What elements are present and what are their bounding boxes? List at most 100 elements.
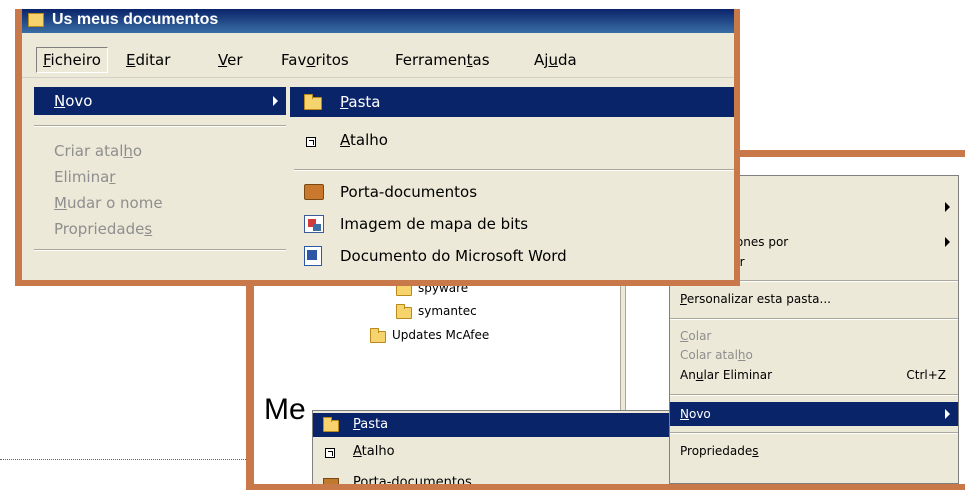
access-key: P <box>680 292 687 306</box>
menu-item-label: Pasta <box>340 93 380 111</box>
label-rest: ersonalizar esta pasta... <box>686 292 831 306</box>
access-key: M <box>54 194 67 212</box>
new-submenu-item-pasta[interactable]: Pasta <box>290 87 734 117</box>
file-menu-item-novo[interactable]: Novo <box>34 87 286 115</box>
background-partial-text: Me <box>264 393 306 426</box>
menu-separator <box>294 169 734 171</box>
menu-item-label: Imagem de mapa de bits <box>340 215 529 233</box>
upper-screenshot-content: Us meus documentos Ficheiro Editar Ver F… <box>22 9 734 280</box>
context-item-novo[interactable]: Novo <box>670 402 958 426</box>
folder-icon <box>396 304 412 319</box>
access-key: A <box>353 444 362 459</box>
label-rest: ditar <box>135 51 171 69</box>
access-key: r <box>109 168 116 186</box>
label-pre: Propriedade <box>54 220 145 238</box>
label-pre: An <box>680 368 696 382</box>
new-submenu-item-documento-word[interactable]: Documento do Microsoft Word <box>290 241 734 271</box>
menubar-item-favoritos[interactable]: Favoritos <box>281 51 349 69</box>
label-rest: o <box>132 142 143 160</box>
menu-item-label: Porta-documentos <box>340 183 478 201</box>
menubar-item-ajuda[interactable]: Ajuda <box>534 51 577 69</box>
new-submenu-item-imagem-bitmap[interactable]: Imagem de mapa de bits <box>290 209 734 239</box>
access-key: s <box>752 444 759 458</box>
small-menu-item-porta-documentos[interactable]: Porta-documentos <box>313 471 673 484</box>
menu-item-label: Colar <box>680 329 711 343</box>
access-key: o <box>306 51 316 69</box>
access-key: N <box>54 92 66 110</box>
label-pre: Fav <box>281 51 307 69</box>
label-pre: Elimina <box>54 168 110 186</box>
file-menu-item-eliminar[interactable]: Eliminar <box>34 163 286 189</box>
menu-item-label: Propriedades <box>680 444 759 458</box>
label-rest: da <box>557 51 577 69</box>
label-rest: ovo <box>688 407 711 421</box>
label-rest: as <box>472 51 490 69</box>
menu-item-label: Atalho <box>353 444 395 459</box>
context-item-colar-atalho[interactable]: Colar atalho <box>670 345 958 365</box>
menubar-item-ferramentas[interactable]: Ferramentas <box>395 51 490 69</box>
menubar-item-editar[interactable]: Editar <box>126 51 170 69</box>
tree-item-label: Updates McAfee <box>392 328 490 342</box>
menu-separator <box>34 125 286 127</box>
label-rest: lar Eliminar <box>703 368 773 382</box>
file-menu-item-criar-atalho[interactable]: Criar atalho <box>34 137 286 163</box>
window-title-bar[interactable]: Us meus documentos <box>22 9 734 33</box>
menu-item-label: Documento do Microsoft Word <box>340 247 567 265</box>
new-submenu-item-porta-documentos[interactable]: Porta-documentos <box>290 177 734 207</box>
label-pre: Criar atal <box>54 142 124 160</box>
briefcase-icon <box>304 184 324 200</box>
folder-icon <box>370 328 386 343</box>
context-item-colar[interactable]: Colar <box>670 326 958 346</box>
new-submenu-item-atalho[interactable]: Atalho <box>290 125 734 155</box>
access-key: F <box>43 51 51 69</box>
folder-icon <box>304 94 322 110</box>
context-item-anular-eliminar[interactable]: Anular Eliminar Ctrl+Z <box>670 364 958 386</box>
menubar-item-ver[interactable]: Ver <box>218 51 243 69</box>
context-item-personalizar[interactable]: Personalizar esta pasta... <box>670 288 958 310</box>
new-submenu: Pasta Atalho Porta-documentos Imagem de … <box>290 81 734 280</box>
tree-item-label: symantec <box>418 304 477 318</box>
label-rest: ritos <box>315 51 349 69</box>
menu-item-label: Eliminar <box>54 168 115 186</box>
context-item-propriedades[interactable]: Propriedades <box>670 440 958 462</box>
small-new-submenu: Pasta Atalho Porta-documentos <box>312 410 674 484</box>
access-key: h <box>737 348 746 362</box>
menu-item-label: Anular Eliminar <box>680 368 772 382</box>
label-rest: udar o nome <box>66 194 163 212</box>
access-key: N <box>680 407 689 421</box>
menu-item-label: Atalho <box>340 131 388 149</box>
menu-item-label: Novo <box>54 92 92 110</box>
shortcut-icon <box>325 448 335 458</box>
submenu-arrow-icon <box>945 237 950 247</box>
submenu-arrow-icon <box>945 202 950 212</box>
label-rest: asta <box>348 93 381 111</box>
upper-screenshot-frame: Us meus documentos Ficheiro Editar Ver F… <box>15 9 740 286</box>
menu-item-label: Propriedades <box>54 220 152 238</box>
label-pre: Colar atal <box>680 348 738 362</box>
menu-item-label: Personalizar esta pasta... <box>680 292 831 306</box>
label-rest: talho <box>361 444 395 459</box>
menu-separator <box>34 249 286 251</box>
file-menu-item-mudar-o-nome[interactable]: Mudar o nome <box>34 189 286 215</box>
menubar-item-ficheiro[interactable]: Ficheiro <box>36 47 108 73</box>
access-key: h <box>123 142 133 160</box>
small-menu-item-atalho[interactable]: Atalho <box>313 440 673 464</box>
access-key: A <box>340 131 350 149</box>
dotted-guide-line <box>0 459 252 460</box>
access-key: s <box>144 220 153 238</box>
label-rest: ovo <box>65 92 93 110</box>
word-document-icon <box>304 246 322 266</box>
file-menu: Novo Criar atalho Eliminar Mudar o nome … <box>22 81 291 280</box>
small-menu-item-pasta[interactable]: Pasta <box>313 413 673 437</box>
submenu-arrow-icon <box>945 409 950 419</box>
shortcut-text: Ctrl+Z <box>906 368 946 382</box>
menu-item-label: Colar atalho <box>680 348 753 362</box>
menu-item-label: Criar atalho <box>54 142 142 160</box>
file-menu-item-propriedades[interactable]: Propriedades <box>34 215 286 241</box>
tree-item[interactable]: symantec <box>396 303 596 321</box>
label-rest: olar <box>688 329 712 343</box>
folder-icon <box>323 417 339 432</box>
tree-item[interactable]: Updates McAfee <box>370 327 590 345</box>
label-pre: Propriedade <box>680 444 753 458</box>
menubar: Ficheiro Editar Ver Favoritos Ferramenta… <box>22 43 734 78</box>
